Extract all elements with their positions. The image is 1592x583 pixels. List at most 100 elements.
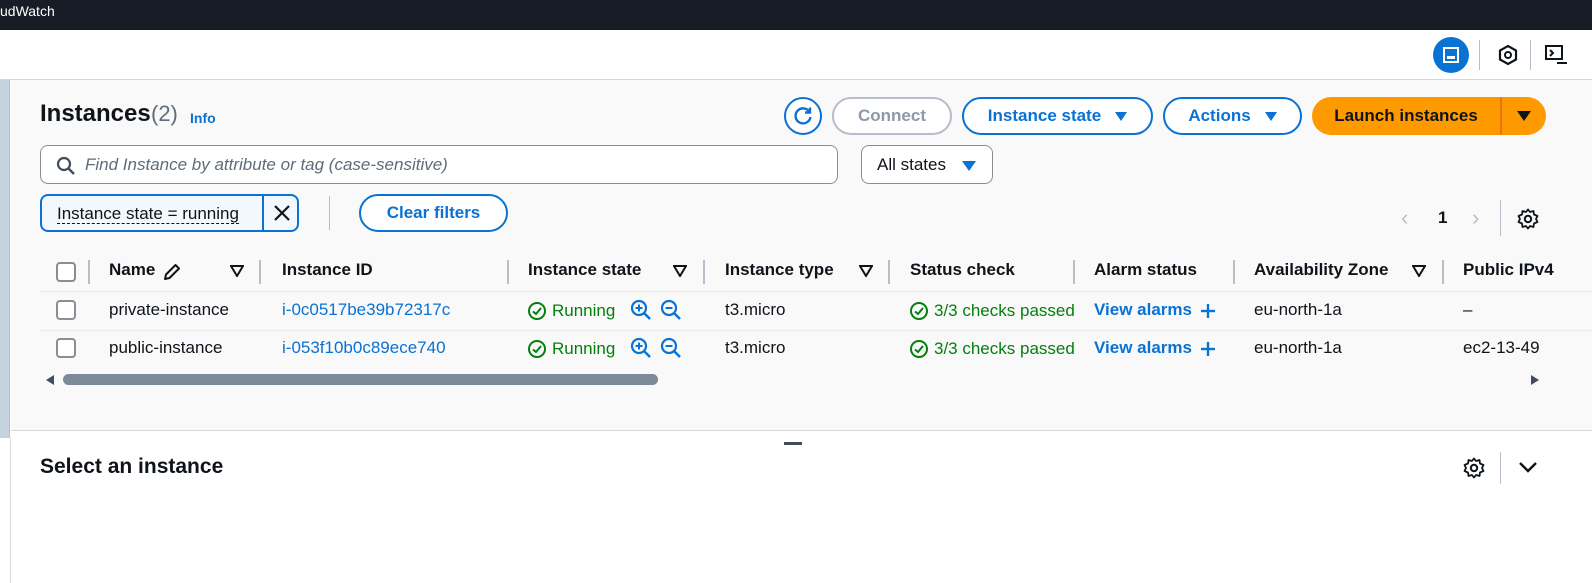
- availability-zone: eu-north-1a: [1254, 300, 1342, 319]
- scroll-left-arrow-icon[interactable]: [45, 374, 55, 386]
- table-preferences-gear-icon[interactable]: [1517, 208, 1539, 230]
- column-header-instance-type[interactable]: Instance type: [725, 260, 834, 280]
- terminal-icon[interactable]: [1545, 44, 1567, 66]
- state-filter-select[interactable]: All states: [861, 145, 993, 184]
- divider: [1500, 200, 1501, 236]
- column-divider: [1073, 260, 1075, 284]
- column-divider: [888, 260, 890, 284]
- instance-state-status: Running: [552, 301, 616, 320]
- refresh-icon: [794, 107, 812, 125]
- status-check: 3/3 checks passed: [934, 301, 1074, 320]
- instance-state-dropdown[interactable]: Instance state: [962, 97, 1153, 135]
- close-icon: [273, 205, 290, 221]
- search-field: [40, 145, 838, 184]
- side-navigation-rail[interactable]: [0, 80, 10, 438]
- column-divider: [507, 260, 509, 284]
- instance-name: public-instance: [109, 338, 223, 357]
- column-divider: [259, 260, 261, 284]
- divider: [1500, 452, 1501, 484]
- caret-down-icon: [1115, 111, 1128, 121]
- zoom-out-icon[interactable]: [660, 337, 682, 359]
- divider: [329, 196, 330, 230]
- column-header-alarm-status[interactable]: Alarm status: [1094, 260, 1197, 280]
- zoom-in-icon[interactable]: [630, 337, 652, 359]
- utility-bar: [0, 30, 1592, 80]
- connect-button[interactable]: Connect: [832, 97, 952, 135]
- clear-filters-button[interactable]: Clear filters: [359, 194, 508, 232]
- success-check-icon: [528, 302, 546, 320]
- search-input[interactable]: [85, 154, 825, 176]
- divider: [1530, 40, 1531, 70]
- success-check-icon: [910, 302, 928, 320]
- filter-token: Instance state = running: [40, 194, 299, 232]
- service-name[interactable]: udWatch: [0, 3, 55, 19]
- status-check: 3/3 checks passed: [934, 339, 1074, 358]
- instance-count: (2): [151, 101, 178, 126]
- caret-down-icon: [1517, 111, 1531, 121]
- add-alarm-plus-icon[interactable]: [1200, 303, 1216, 319]
- column-divider: [1233, 260, 1235, 284]
- launch-instances-button[interactable]: Launch instances: [1312, 97, 1500, 135]
- search-icon: [56, 156, 75, 175]
- sort-icon[interactable]: [230, 265, 244, 277]
- instance-type: t3.micro: [725, 300, 786, 319]
- filter-token-label[interactable]: Instance state = running: [57, 204, 239, 224]
- row-checkbox[interactable]: [56, 300, 76, 320]
- panel-toggle-icon[interactable]: [1433, 37, 1469, 73]
- divider: [1479, 40, 1480, 70]
- instance-id-link[interactable]: i-0c0517be39b72317c: [282, 300, 450, 320]
- column-header-name[interactable]: Name: [109, 260, 155, 280]
- instance-name: private-instance: [109, 300, 230, 319]
- row-checkbox[interactable]: [56, 338, 76, 358]
- column-header-instance-id[interactable]: Instance ID: [282, 260, 373, 280]
- column-header-instance-state[interactable]: Instance state: [528, 260, 641, 280]
- refresh-button[interactable]: [784, 97, 822, 135]
- info-link[interactable]: Info: [190, 110, 216, 126]
- public-ipv4: ec2-13-49: [1463, 338, 1540, 357]
- view-alarms-link[interactable]: View alarms: [1094, 300, 1192, 320]
- caret-down-icon: [962, 161, 976, 171]
- details-preferences-gear-icon[interactable]: [1463, 457, 1485, 479]
- public-ipv4: –: [1463, 300, 1473, 319]
- column-header-public-ipv4[interactable]: Public IPv4: [1463, 260, 1592, 280]
- column-divider: [88, 260, 90, 284]
- instance-id-link[interactable]: i-053f10b0c89ece740: [282, 338, 446, 358]
- actions-dropdown[interactable]: Actions: [1163, 97, 1302, 135]
- caret-down-icon: [1264, 111, 1277, 121]
- column-header-availability-zone[interactable]: Availability Zone: [1254, 260, 1388, 280]
- view-alarms-link[interactable]: View alarms: [1094, 338, 1192, 358]
- zoom-in-icon[interactable]: [630, 299, 652, 321]
- divider: [10, 438, 11, 583]
- zoom-out-icon[interactable]: [660, 299, 682, 321]
- resize-handle[interactable]: [784, 442, 802, 445]
- details-panel-title: Select an instance: [40, 455, 224, 478]
- next-page-icon[interactable]: ›: [1472, 205, 1479, 231]
- sort-icon[interactable]: [1412, 265, 1426, 277]
- instance-state-status: Running: [552, 339, 616, 358]
- page-title: Instances: [40, 100, 151, 127]
- sort-icon[interactable]: [859, 265, 873, 277]
- edit-pencil-icon: [164, 264, 180, 280]
- previous-page-icon[interactable]: ‹: [1401, 205, 1408, 231]
- success-check-icon: [910, 340, 928, 358]
- scroll-right-arrow-icon[interactable]: [1530, 374, 1540, 386]
- remove-filter-button[interactable]: [262, 196, 299, 230]
- success-check-icon: [528, 340, 546, 358]
- column-header-status-check[interactable]: Status check: [910, 260, 1015, 280]
- row-divider: [40, 330, 1592, 331]
- scrollbar-thumb[interactable]: [63, 374, 658, 385]
- column-divider: [703, 260, 705, 284]
- availability-zone: eu-north-1a: [1254, 338, 1342, 357]
- add-alarm-plus-icon[interactable]: [1200, 341, 1216, 357]
- top-navigation-bar: udWatch: [0, 0, 1592, 30]
- column-divider: [1442, 260, 1444, 284]
- page-number[interactable]: 1: [1438, 208, 1447, 228]
- select-all-checkbox[interactable]: [56, 262, 76, 282]
- row-divider: [40, 291, 1592, 292]
- sort-icon[interactable]: [673, 265, 687, 277]
- launch-options-dropdown[interactable]: [1502, 97, 1546, 135]
- cloudshell-hexagon-icon[interactable]: [1497, 44, 1519, 66]
- chevron-down-icon[interactable]: [1518, 460, 1538, 474]
- instance-type: t3.micro: [725, 338, 786, 357]
- launch-instances-split-button: Launch instances: [1312, 97, 1546, 135]
